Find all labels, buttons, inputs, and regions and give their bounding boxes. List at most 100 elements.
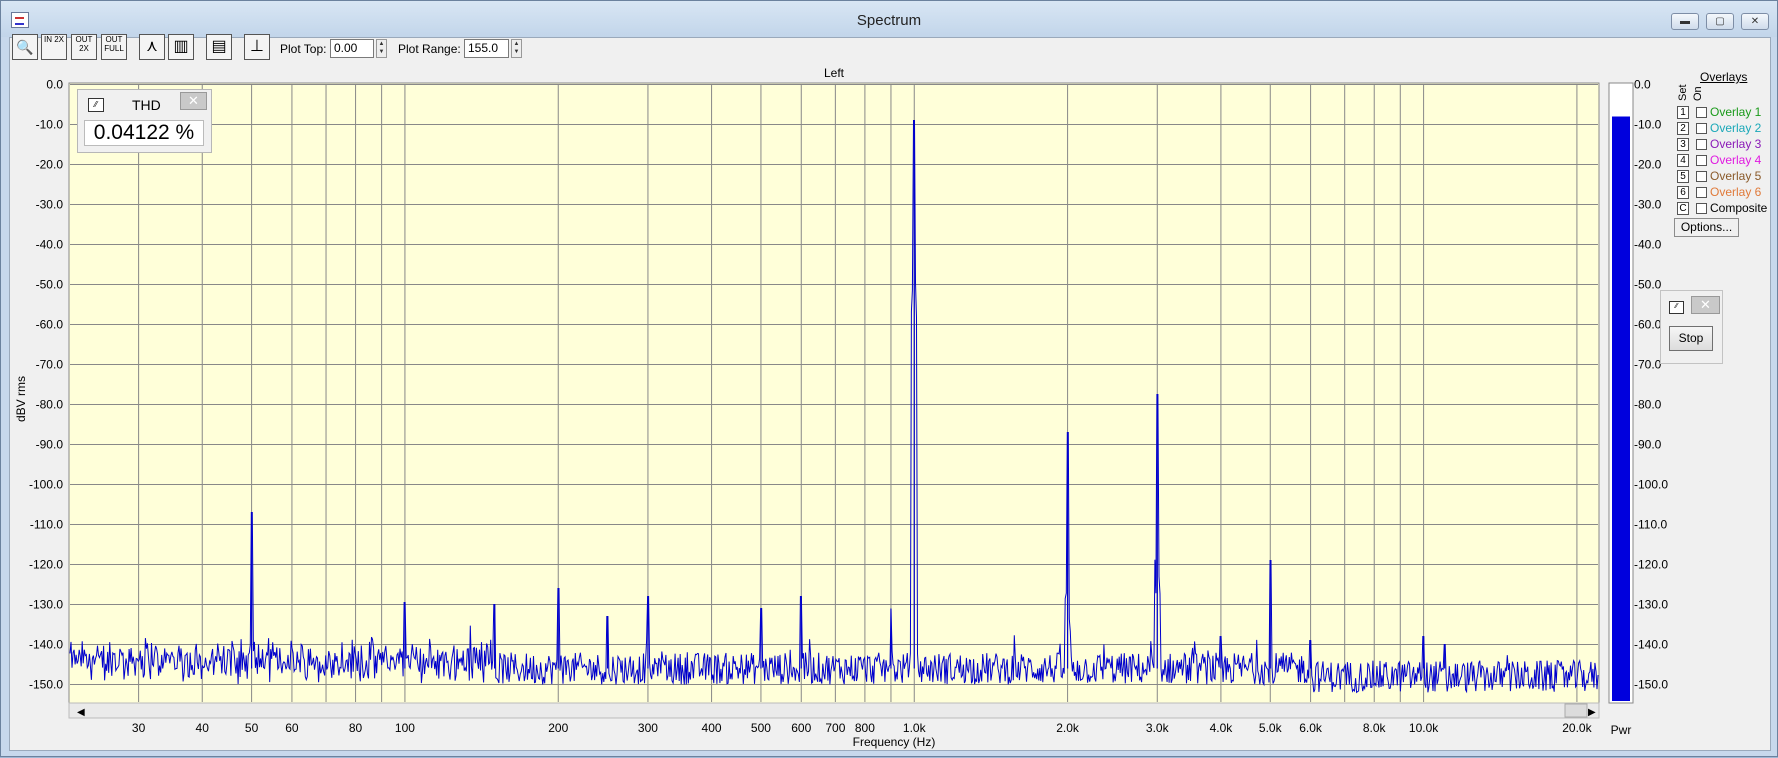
x-tick-label: 500	[751, 721, 771, 735]
overlay-label: Overlay 6	[1710, 185, 1762, 199]
horizontal-scrollbar[interactable]	[68, 702, 1600, 719]
stop-panel: ⁄⁄ ✕ Stop	[1660, 290, 1723, 364]
x-tick-label: 10.0k	[1409, 721, 1439, 735]
overlay-set-button[interactable]: 4	[1677, 154, 1689, 167]
thd-readout-panel: ⁄⁄ THD ✕ 0.04122 %	[77, 89, 212, 153]
y-tick-label: -40.0	[36, 238, 64, 252]
scroll-left-icon[interactable]: ◀	[77, 707, 85, 718]
y-tick-label: -30.0	[36, 198, 64, 212]
on-column-header: On	[1692, 86, 1704, 101]
overlay-on-checkbox[interactable]	[1696, 187, 1707, 198]
meter-tick-label: -70.0	[1634, 358, 1662, 372]
y-tick-label: -70.0	[36, 358, 64, 372]
overlay-on-checkbox[interactable]	[1696, 155, 1707, 166]
meter-icon: ⁄⁄	[1669, 301, 1684, 314]
scroll-right-icon[interactable]: ▶	[1588, 707, 1596, 718]
y-tick-label: -150.0	[29, 678, 63, 692]
meter-scale: 0.0 -10.0 -20.0 -30.0 -40.0 -50.0 -60.0 -70.0 -8…	[1634, 78, 1668, 692]
set-column-header: Set	[1677, 84, 1689, 101]
stop-button[interactable]: Stop	[1669, 326, 1713, 351]
meter-tick-label: 0.0	[1634, 78, 1651, 92]
y-tick-label: -20.0	[36, 158, 64, 172]
overlay-on-checkbox[interactable]	[1696, 107, 1707, 118]
meter-tick-label: -10.0	[1634, 118, 1662, 132]
overlay-set-button[interactable]: 6	[1677, 186, 1689, 199]
x-tick-label: 800	[855, 721, 875, 735]
x-tick-label: 300	[638, 721, 658, 735]
meter-tick-label: -150.0	[1634, 678, 1668, 692]
y-tick-label: -50.0	[36, 278, 64, 292]
x-tick-label: 200	[548, 721, 568, 735]
overlay-on-checkbox[interactable]	[1696, 123, 1707, 134]
x-tick-label: 400	[702, 721, 722, 735]
y-tick-label: -140.0	[29, 638, 63, 652]
overlays-title: Overlays	[1700, 70, 1748, 84]
x-tick-label: 2.0k	[1056, 721, 1080, 735]
level-meter-bar	[1612, 116, 1630, 701]
overlay-label: Overlay 2	[1710, 121, 1762, 135]
y-tick-label: -90.0	[36, 438, 64, 452]
x-tick-label: 5.0k	[1259, 721, 1283, 735]
x-axis-label: Frequency (Hz)	[853, 735, 936, 749]
overlay-label: Overlay 4	[1710, 153, 1762, 167]
y-tick-label: -130.0	[29, 598, 63, 612]
overlay-set-button[interactable]: 2	[1677, 122, 1689, 135]
x-axis-ticks: 30 40 50 60 80 100 200 300 400 500 600 700 800 1.0k 2.…	[132, 721, 1593, 735]
meter-tick-label: -140.0	[1634, 638, 1668, 652]
y-tick-label: -60.0	[36, 318, 64, 332]
spectrum-window: Spectrum ▬ ▢ ✕ 🔍 IN 2X OUT 2X OUT FULL ⋏…	[0, 0, 1778, 757]
overlay-label: Overlay 3	[1710, 137, 1762, 151]
overlay-on-checkbox[interactable]	[1696, 139, 1707, 150]
plot-area	[68, 82, 1600, 704]
thd-value: 0.04122 %	[84, 120, 204, 146]
meter-tick-label: -100.0	[1634, 478, 1668, 492]
thd-close-button[interactable]: ✕	[180, 92, 207, 110]
meter-tick-label: -110.0	[1634, 518, 1667, 532]
meter-tick-label: -30.0	[1634, 198, 1662, 212]
meter-tick-label: -90.0	[1634, 438, 1662, 452]
x-tick-label: 6.0k	[1299, 721, 1323, 735]
x-tick-label: 50	[245, 721, 259, 735]
y-axis-label: dBV rms	[14, 376, 28, 422]
overlay-label: Composite	[1710, 201, 1768, 215]
meter-tick-label: -80.0	[1634, 398, 1662, 412]
x-tick-label: 600	[791, 721, 811, 735]
y-tick-label: -10.0	[36, 118, 64, 132]
plot-title: Left	[824, 66, 845, 80]
y-tick-label: -80.0	[36, 398, 64, 412]
y-tick-label: -100.0	[29, 478, 63, 492]
overlay-set-button[interactable]: 1	[1677, 106, 1689, 119]
options-button[interactable]: Options...	[1674, 218, 1739, 237]
x-tick-label: 30	[132, 721, 146, 735]
overlay-set-button[interactable]: 5	[1677, 170, 1689, 183]
x-tick-label: 4.0k	[1210, 721, 1234, 735]
x-tick-label: 1.0k	[903, 721, 927, 735]
x-tick-label: 80	[349, 721, 363, 735]
x-tick-label: 20.0k	[1562, 721, 1592, 735]
overlay-set-button[interactable]: 3	[1677, 138, 1689, 151]
x-tick-label: 100	[395, 721, 415, 735]
overlay-label: Overlay 1	[1710, 105, 1762, 119]
overlay-label: Overlay 5	[1710, 169, 1762, 183]
meter-label: Pwr	[1611, 723, 1632, 737]
overlay-on-checkbox[interactable]	[1696, 171, 1707, 182]
meter-icon: ⁄⁄	[88, 98, 104, 112]
scroll-thumb[interactable]	[1564, 703, 1588, 718]
meter-tick-label: -20.0	[1634, 158, 1662, 172]
overlay-on-checkbox[interactable]	[1696, 203, 1707, 214]
x-tick-label: 700	[825, 721, 845, 735]
meter-tick-label: -120.0	[1634, 558, 1668, 572]
meter-tick-label: -40.0	[1634, 238, 1662, 252]
x-tick-label: 8.0k	[1363, 721, 1387, 735]
meter-tick-label: -60.0	[1634, 318, 1662, 332]
y-tick-label: -120.0	[29, 558, 63, 572]
spectrum-graph[interactable]: Left 0.0 -10.0 -20.0 -30.0 -40.0 -50.0 -60.0 -7…	[1, 1, 1778, 758]
y-tick-label: 0.0	[46, 78, 63, 92]
y-tick-label: -110.0	[30, 518, 63, 532]
stop-panel-close-button[interactable]: ✕	[1691, 296, 1720, 314]
x-tick-label: 60	[285, 721, 299, 735]
overlay-set-button[interactable]: C	[1677, 202, 1689, 215]
meter-tick-label: -130.0	[1634, 598, 1668, 612]
meter-tick-label: -50.0	[1634, 278, 1662, 292]
x-tick-label: 3.0k	[1146, 721, 1170, 735]
